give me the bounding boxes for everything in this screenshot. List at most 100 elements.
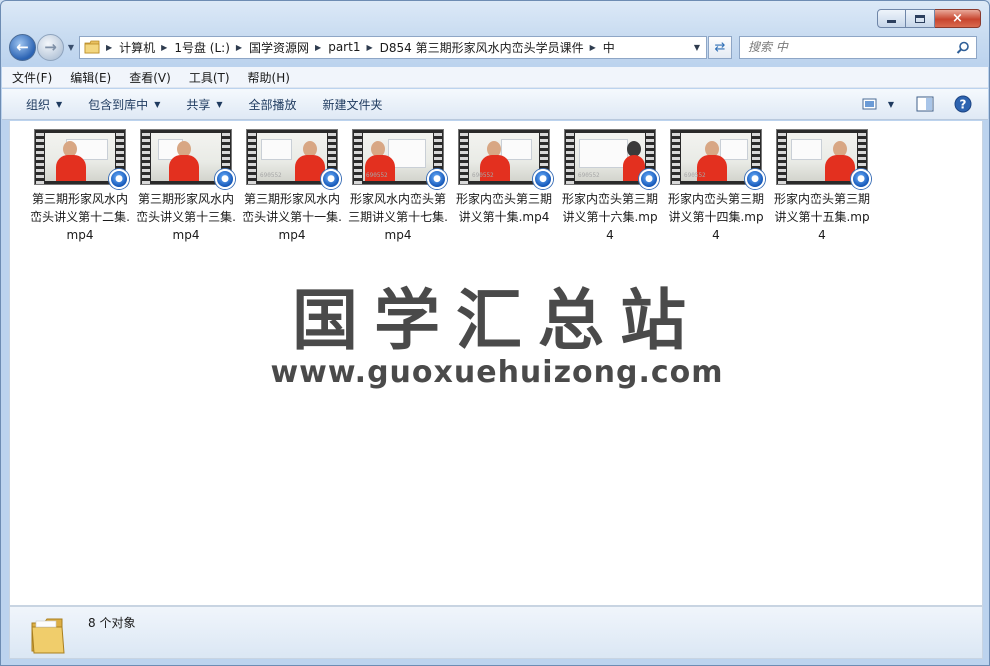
chevron-down-icon: ▼ <box>67 42 75 52</box>
file-list-pane[interactable]: ● 第三期形家风水内峦头讲义第十二集.mp4 ● 第三期形家风水内峦头讲义第十三… <box>9 121 983 606</box>
whiteboard <box>790 138 822 161</box>
minimize-icon <box>887 20 896 23</box>
search-input[interactable] <box>748 40 948 54</box>
chevron-right-icon[interactable]: ▶ <box>590 43 596 52</box>
chevron-right-icon[interactable]: ▶ <box>366 43 372 52</box>
view-controls: ▼ ? <box>852 95 972 113</box>
watermark-text: 690552 <box>684 172 706 179</box>
chevron-right-icon[interactable]: ▶ <box>161 43 167 52</box>
menu-edit[interactable]: 编辑(E) <box>70 69 111 86</box>
address-dropdown-icon[interactable]: ▼ <box>694 43 700 52</box>
play-all-button[interactable]: 全部播放 <box>249 96 297 113</box>
whiteboard <box>260 138 292 161</box>
watermark-text: 690552 <box>472 172 494 179</box>
video-thumbnail: 690552 ● <box>564 129 659 189</box>
maximize-button[interactable] <box>906 9 935 28</box>
watermark-title: 国学汇总站 <box>292 282 702 359</box>
video-thumbnail: 690552 ● <box>458 129 553 189</box>
media-player-icon: ● <box>533 169 553 189</box>
chevron-right-icon[interactable]: ▶ <box>315 43 321 52</box>
file-name: 第三期形家风水内峦头讲义第十二集.mp4 <box>30 192 130 242</box>
media-player-icon: ● <box>639 169 659 189</box>
change-view-icon[interactable] <box>862 97 878 111</box>
include-in-library-button[interactable]: 包含到库中 ▼ <box>88 96 160 113</box>
details-pane: 8 个对象 <box>9 606 983 659</box>
search-box[interactable] <box>739 35 977 59</box>
file-item[interactable]: 690552 ● 形家风水内峦头第三期讲义第十七集.mp4 <box>345 129 451 244</box>
file-item[interactable]: ● 第三期形家风水内峦头讲义第十三集.mp4 <box>133 129 239 244</box>
refresh-button[interactable]: ⇄ <box>708 35 732 59</box>
media-player-icon: ● <box>109 169 129 189</box>
video-thumbnail: ● <box>140 129 235 189</box>
watermark-text: 690552 <box>366 172 388 179</box>
help-icon[interactable]: ? <box>954 95 972 113</box>
breadcrumb-folder-resources[interactable]: 国学资源网 <box>249 39 309 56</box>
search-icon[interactable] <box>956 41 970 55</box>
svg-text:?: ? <box>960 98 967 112</box>
video-thumbnail: ● <box>34 129 129 189</box>
preview-pane-icon[interactable] <box>916 96 934 112</box>
video-frame: 690552 <box>681 133 751 181</box>
chevron-down-icon: ▼ <box>56 99 63 109</box>
close-button[interactable]: × <box>935 9 981 28</box>
video-frame: 690552 <box>469 133 539 181</box>
forward-button[interactable]: → <box>37 33 64 61</box>
menu-help[interactable]: 帮助(H) <box>248 69 290 86</box>
file-item[interactable]: ● 形家内峦头第三期讲义第十五集.mp4 <box>769 129 875 244</box>
person-body <box>56 155 86 181</box>
organize-label: 组织 <box>26 97 51 112</box>
command-bar: 组织 ▼ 包含到库中 ▼ 共享 ▼ 全部播放 新建文件夹 ▼ ? <box>2 89 988 120</box>
folder-icon <box>84 40 100 54</box>
video-thumbnail: ● <box>776 129 871 189</box>
menu-file[interactable]: 文件(F) <box>12 69 52 86</box>
chevron-right-icon[interactable]: ▶ <box>236 43 242 52</box>
video-thumbnail: 690552 ● <box>246 129 341 189</box>
file-name: 第三期形家风水内峦头讲义第十一集.mp4 <box>242 192 342 242</box>
breadcrumb-computer[interactable]: 计算机 <box>119 39 155 56</box>
file-name: 第三期形家风水内峦头讲义第十三集.mp4 <box>136 192 236 242</box>
back-button[interactable]: ← <box>9 33 36 61</box>
maximize-icon <box>915 14 925 23</box>
chevron-right-icon[interactable]: ▶ <box>106 43 112 52</box>
file-item[interactable]: 690552 ● 第三期形家风水内峦头讲义第十一集.mp4 <box>239 129 345 244</box>
file-name: 形家内峦头第三期讲义第十六集.mp4 <box>561 192 658 242</box>
breadcrumb-drive[interactable]: 1号盘 (L:) <box>174 39 230 56</box>
film-strip <box>460 130 468 184</box>
close-icon: × <box>952 11 963 26</box>
new-folder-button[interactable]: 新建文件夹 <box>323 96 383 113</box>
breadcrumb-folder-course[interactable]: D854 第三期形家风水内峦头学员课件 <box>380 39 584 56</box>
view-options-chevron-down-icon[interactable]: ▼ <box>888 100 894 109</box>
menu-view[interactable]: 查看(V) <box>129 69 171 86</box>
recent-pages-dropdown[interactable]: ▼ <box>65 43 77 52</box>
arrow-left-icon: ← <box>16 38 29 56</box>
address-bar[interactable]: ▶ 计算机 ▶ 1号盘 (L:) ▶ 国学资源网 ▶ part1 ▶ D854 … <box>79 35 707 59</box>
film-strip <box>36 130 44 184</box>
file-item[interactable]: 690552 ● 形家内峦头第三期讲义第十四集.mp4 <box>663 129 769 244</box>
media-player-icon: ● <box>427 169 447 189</box>
share-button[interactable]: 共享 ▼ <box>186 96 222 113</box>
person-body <box>169 155 199 181</box>
whiteboard <box>578 138 628 168</box>
folder-icon <box>31 618 65 654</box>
video-frame <box>787 133 857 181</box>
caption-buttons: × <box>877 9 981 28</box>
file-grid: ● 第三期形家风水内峦头讲义第十二集.mp4 ● 第三期形家风水内峦头讲义第十三… <box>27 129 875 244</box>
breadcrumb-folder-current[interactable]: 中 <box>603 39 615 56</box>
chevron-down-icon: ▼ <box>154 99 161 109</box>
watermark-text: 690552 <box>260 172 282 179</box>
share-label: 共享 <box>186 97 211 112</box>
watermark-text: 690552 <box>578 172 600 179</box>
minimize-button[interactable] <box>877 9 906 28</box>
video-frame: 690552 <box>363 133 433 181</box>
video-frame: 690552 <box>575 133 645 181</box>
breadcrumb: ▶ 计算机 ▶ 1号盘 (L:) ▶ 国学资源网 ▶ part1 ▶ D854 … <box>100 37 615 58</box>
film-strip <box>778 130 786 184</box>
include-library-label: 包含到库中 <box>88 97 149 112</box>
refresh-icon: ⇄ <box>714 39 726 55</box>
menu-tools[interactable]: 工具(T) <box>189 69 230 86</box>
file-item[interactable]: 690552 ● 形家内峦头第三期讲义第十集.mp4 <box>451 129 557 244</box>
organize-button[interactable]: 组织 ▼ <box>26 96 62 113</box>
breadcrumb-folder-part1[interactable]: part1 <box>328 40 360 54</box>
file-item[interactable]: ● 第三期形家风水内峦头讲义第十二集.mp4 <box>27 129 133 244</box>
file-item[interactable]: 690552 ● 形家内峦头第三期讲义第十六集.mp4 <box>557 129 663 244</box>
